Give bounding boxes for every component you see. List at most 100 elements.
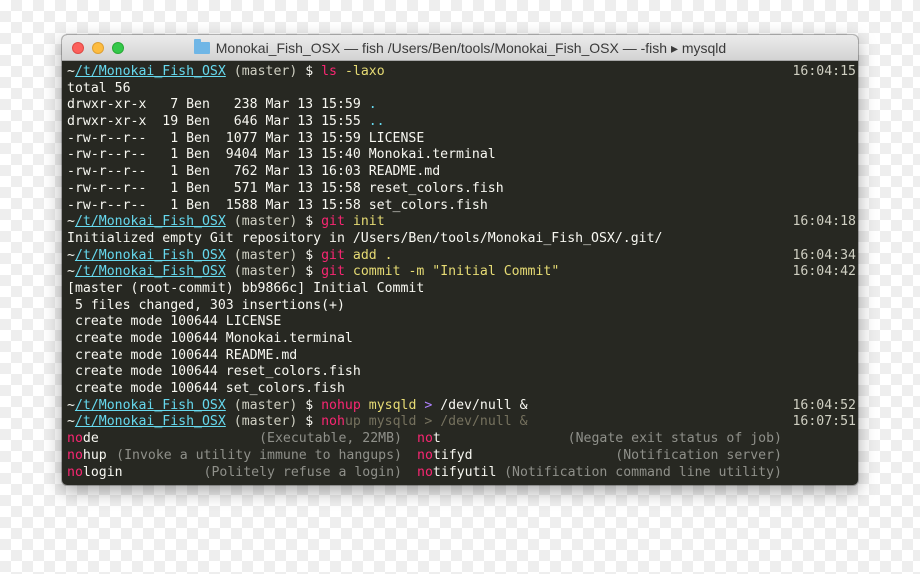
prompt-branch: (master)	[225, 264, 298, 280]
prompt-symbol: $	[297, 414, 322, 430]
completion-row: nohup (Invoke a utility immune to hangup…	[62, 448, 858, 465]
ls-row: drwxr-xr-x 19 Ben 646 Mar 13 15:55 ..	[62, 114, 858, 131]
typed-input[interactable]: no	[321, 414, 337, 429]
prompt-cwd: /t/Monokai_Fish_OSX	[74, 247, 226, 263]
ls-meta: drwxr-xr-x 7 Ben 238 Mar 13 15:59	[67, 97, 369, 113]
folder-icon	[193, 39, 210, 54]
completion-rest: tifyutil	[432, 464, 497, 480]
completion-item[interactable]: nologin	[67, 465, 123, 482]
ls-meta: -rw-r--r-- 1 Ben 762 Mar 13 16:03	[67, 164, 369, 180]
ls-name: README.md	[368, 164, 441, 180]
completion-description: (Executable, 22MB)	[259, 431, 402, 447]
output-line: create mode 100644 LICENSE	[67, 314, 282, 330]
command-name: git	[321, 214, 345, 230]
completion-row: node (Executable, 22MB) not (Negate exit…	[62, 431, 858, 448]
ls-row: -rw-r--r-- 1 Ben 1588 Mar 13 15:58 set_c…	[62, 198, 858, 215]
output-line: Initialized empty Git repository in /Use…	[67, 230, 663, 246]
prompt-cwd: /t/Monokai_Fish_OSX	[74, 64, 226, 79]
output-line: create mode 100644 README.md	[67, 347, 298, 363]
command-name: nohup	[321, 397, 361, 413]
completion-description: (Invoke a utility immune to hangups)	[116, 447, 402, 463]
completion-rest: de	[82, 431, 99, 447]
ls-row: -rw-r--r-- 1 Ben 9404 Mar 13 15:40 Monok…	[62, 147, 858, 164]
prompt-branch: (master)	[225, 397, 298, 413]
title-bar[interactable]: Monokai_Fish_OSX — fish /Users/Ben/tools…	[62, 35, 858, 61]
prompt-branch: (master)	[225, 414, 298, 430]
command-name: git	[321, 264, 345, 280]
prompt-cwd: /t/Monokai_Fish_OSX	[74, 264, 226, 280]
ls-meta: -rw-r--r-- 1 Ben 571 Mar 13 15:58	[67, 180, 369, 196]
command-quoted-arg: "Initial Commit"	[432, 264, 560, 280]
completion-match: no	[67, 464, 83, 480]
completion-match: no	[417, 447, 433, 463]
output-line: create mode 100644 reset_colors.fish	[67, 364, 361, 380]
ls-name: Monokai.terminal	[368, 147, 496, 163]
prompt-home: ~	[67, 397, 75, 413]
timestamp: 16:04:42	[792, 264, 856, 280]
prompt-line: ~/t/Monokai_Fish_OSX (master) $ nohup my…	[62, 398, 858, 415]
completion-item[interactable]: nohup	[67, 448, 107, 465]
timestamp: 16:07:51	[792, 414, 856, 430]
ls-meta: -rw-r--r-- 1 Ben 1077 Mar 13 15:59	[67, 130, 369, 146]
ls-meta: -rw-r--r-- 1 Ben 1588 Mar 13 15:58	[67, 197, 369, 213]
completion-match: no	[67, 431, 83, 447]
ls-meta: -rw-r--r-- 1 Ben 9404 Mar 13 15:40	[67, 147, 369, 163]
output-line: [master (root-commit) bb9866c] Initial C…	[67, 280, 425, 296]
prompt-cwd: /t/Monokai_Fish_OSX	[74, 397, 226, 413]
prompt-line: ~/t/Monokai_Fish_OSX (master) $ git comm…	[62, 264, 858, 281]
completion-match: no	[417, 464, 433, 480]
completion-description: (Politely refuse a login)	[203, 464, 403, 480]
prompt-line: ~/t/Monokai_Fish_OSX (master) $ git add …	[62, 248, 858, 265]
ls-name: reset_colors.fish	[368, 180, 504, 196]
ls-meta: drwxr-xr-x 19 Ben 646 Mar 13 15:55	[67, 114, 369, 130]
output-line: create mode 100644 set_colors.fish	[67, 381, 345, 397]
command-args: -laxo	[337, 64, 385, 79]
prompt-home: ~	[67, 414, 75, 430]
prompt-symbol: $	[297, 64, 322, 79]
prompt-home: ~	[67, 64, 75, 79]
ls-name: ..	[368, 114, 385, 130]
terminal-content[interactable]: ~/t/Monokai_Fish_OSX (master) $ ls -laxo…	[62, 61, 858, 485]
prompt-home: ~	[67, 214, 75, 230]
prompt-branch: (master)	[225, 64, 298, 79]
completion-item[interactable]: notifyutil	[417, 465, 496, 482]
prompt-line: ~/t/Monokai_Fish_OSX (master) $ ls -laxo…	[62, 64, 858, 81]
autosuggestion: up mysqld > /dev/null &	[344, 414, 528, 430]
prompt-branch: (master)	[225, 214, 298, 230]
prompt-home: ~	[67, 247, 75, 263]
completion-rest: login	[82, 464, 123, 480]
timestamp: 16:04:34	[792, 247, 856, 263]
prompt-line: ~/t/Monokai_Fish_OSX (master) $ git init…	[62, 214, 858, 231]
completion-item[interactable]: not	[417, 431, 441, 448]
completion-match: no	[417, 431, 433, 447]
ls-name: LICENSE	[368, 130, 425, 146]
ls-row: -rw-r--r-- 1 Ben 571 Mar 13 15:58 reset_…	[62, 181, 858, 198]
output-line: 5 files changed, 303 insertions(+)	[67, 297, 345, 313]
timestamp: 16:04:15	[792, 64, 856, 79]
prompt-symbol: $	[297, 397, 322, 413]
command-args: commit -m	[344, 264, 433, 280]
completion-description: (Notification command line utility)	[504, 464, 782, 480]
text-cursor: h	[337, 414, 345, 430]
prompt-branch: (master)	[225, 247, 298, 263]
output-line: total 56	[67, 80, 131, 96]
prompt-symbol: $	[297, 247, 322, 263]
command-args: init	[344, 214, 385, 230]
ls-name: .	[368, 97, 377, 113]
prompt-symbol: $	[297, 214, 322, 230]
completion-rest: hup	[82, 447, 107, 463]
completion-item[interactable]: node	[67, 431, 99, 448]
active-prompt-line[interactable]: ~/t/Monokai_Fish_OSX (master) $ nohup my…	[62, 414, 858, 431]
window-title: Monokai_Fish_OSX — fish /Users/Ben/tools…	[62, 35, 858, 61]
timestamp: 16:04:52	[792, 397, 856, 413]
completion-item[interactable]: notifyd	[417, 448, 473, 465]
window-title-text: Monokai_Fish_OSX — fish /Users/Ben/tools…	[215, 40, 727, 56]
completion-row: nologin (Politely refuse a login) notify…	[62, 465, 858, 482]
completion-rest: tifyd	[432, 447, 473, 463]
prompt-home: ~	[67, 264, 75, 280]
command-rest: /dev/null &	[432, 397, 528, 413]
completion-description: (Negate exit status of job)	[567, 431, 782, 447]
completion-rest: t	[432, 431, 441, 447]
prompt-symbol: $	[297, 264, 322, 280]
output-line: create mode 100644 Monokai.terminal	[67, 331, 353, 346]
